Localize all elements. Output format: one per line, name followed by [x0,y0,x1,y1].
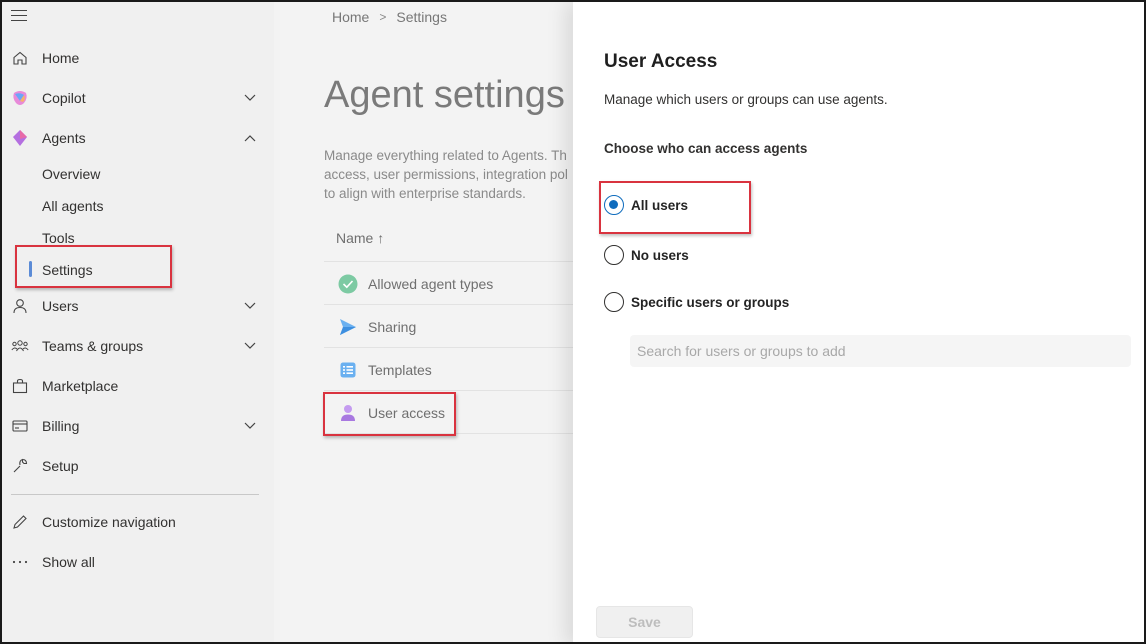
marketplace-icon [11,377,29,395]
description-line: Manage everything related to Agents. Th [324,148,567,163]
radio-label: All users [631,197,689,213]
panel-title: User Access [604,51,718,72]
access-choice-label: Choose who can access agents [604,141,808,156]
ellipsis-icon [11,553,29,571]
radio-button[interactable] [604,292,624,312]
person-icon [338,403,358,423]
sidebar-subitem-all-agents[interactable]: All agents [42,194,103,218]
sidebar-subitem-overview[interactable]: Overview [42,162,100,186]
sidebar-item-label: Users [42,298,79,314]
sidebar-item-label: Marketplace [42,378,119,394]
radio-all-users[interactable]: All users [604,195,688,215]
radio-label: Specific users or groups [631,294,790,310]
radio-no-users[interactable]: No users [604,245,689,265]
selection-indicator [29,261,32,277]
breadcrumb-current: Settings [396,9,447,25]
page-title: Agent settings [324,74,565,116]
chevron-up-icon[interactable] [242,130,258,146]
row-label: Sharing [368,319,417,335]
send-icon [338,317,358,337]
sidebar-item-copilot[interactable]: Copilot [2,80,274,116]
user-access-panel: User Access Manage which users or groups… [573,2,1144,642]
check-circle-icon [338,274,358,294]
search-users-groups-input[interactable] [630,335,1131,367]
sidebar-item-label: Setup [42,458,79,474]
radio-specific-users-groups[interactable]: Specific users or groups [604,292,789,312]
chevron-down-icon[interactable] [242,418,258,434]
highlight-box-settings [15,245,172,288]
sidebar-item-label: Agents [42,130,86,146]
sidebar-item-teams-groups[interactable]: Teams & groups [2,328,274,364]
sidebar-divider [11,494,259,495]
list-icon [338,360,358,380]
teams-icon [11,337,29,355]
home-icon [11,49,29,67]
breadcrumb-home[interactable]: Home [332,9,369,25]
sidebar-item-customize-navigation[interactable]: Customize navigation [2,504,274,540]
panel-subtitle: Manage which users or groups can use age… [604,92,888,107]
table-row[interactable]: Sharing [324,305,574,348]
chevron-down-icon[interactable] [242,90,258,106]
sidebar-item-label: Copilot [42,90,86,106]
save-button[interactable]: Save [596,606,693,638]
sidebar-item-home[interactable]: Home [2,40,274,76]
pencil-icon [11,513,29,531]
page-description: Manage everything related to Agents. Th … [324,146,584,203]
sidebar-item-show-all[interactable]: Show all [2,544,274,580]
sidebar-item-label: Teams & groups [42,338,144,354]
row-label: Templates [368,362,432,378]
table-row[interactable]: Allowed agent types [324,262,574,305]
column-header-name[interactable]: Name ↑ [336,230,384,246]
sidebar-subitem-settings[interactable]: Settings [42,258,93,282]
description-line: access, user permissions, integration po… [324,167,568,182]
app-window: Home Copilot Agents Overview All agents … [0,0,1146,644]
sidebar-item-label: Show all [42,554,95,570]
sidebar-item-users[interactable]: Users [2,288,274,324]
wrench-icon [11,457,29,475]
sidebar-item-label: Customize navigation [42,514,176,530]
copilot-icon [11,89,29,107]
breadcrumb-separator: > [379,10,387,24]
sidebar-item-marketplace[interactable]: Marketplace [2,368,274,404]
description-line: to align with enterprise standards. [324,186,526,201]
radio-button[interactable] [604,245,624,265]
radio-label: No users [631,247,689,263]
sidebar-item-billing[interactable]: Billing [2,408,274,444]
sidebar-item-setup[interactable]: Setup [2,448,274,484]
table-row[interactable]: User access [324,391,574,434]
sidebar: Home Copilot Agents Overview All agents … [2,2,274,642]
user-icon [11,297,29,315]
table-row[interactable]: Templates [324,348,574,391]
row-label: User access [368,405,446,421]
hamburger-menu-icon[interactable] [11,10,27,22]
breadcrumb: Home > Settings [332,9,447,25]
chevron-down-icon[interactable] [242,338,258,354]
radio-button-selected[interactable] [604,195,624,215]
row-label: Allowed agent types [368,276,494,292]
billing-icon [11,417,29,435]
agents-icon [11,129,29,147]
sidebar-item-label: Home [42,50,80,66]
sidebar-item-label: Billing [42,418,80,434]
sidebar-item-agents[interactable]: Agents [2,120,274,156]
sidebar-subitem-tools[interactable]: Tools [42,226,75,250]
main-content: Home > Settings Agent settings Manage ev… [274,2,574,642]
chevron-down-icon[interactable] [242,298,258,314]
